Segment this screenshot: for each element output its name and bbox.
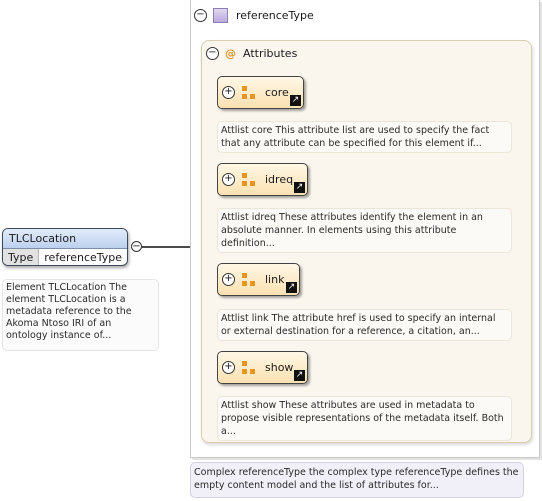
attribute-group-icon xyxy=(242,360,256,375)
link-arrow-icon[interactable]: ↗ xyxy=(286,282,297,293)
link-arrow-icon[interactable]: ↗ xyxy=(294,182,305,193)
connector-line xyxy=(142,246,191,248)
collapse-icon[interactable]: − xyxy=(194,8,207,22)
type-label: Type xyxy=(3,249,40,265)
attribute-group-name: link xyxy=(265,273,285,286)
complex-type-name: referenceType xyxy=(236,8,314,22)
collapse-icon[interactable]: − xyxy=(131,241,142,252)
attribute-group-doc: Attlist idreq These attributes identify … xyxy=(217,208,512,253)
attribute-group-doc: Attlist link The attribute href is used … xyxy=(217,309,512,341)
attribute-group-doc: Attlist show These attributes are used i… xyxy=(217,396,512,441)
link-arrow-icon[interactable]: ↗ xyxy=(294,370,305,381)
attribute-group-core[interactable]: + core ↗ xyxy=(217,76,304,109)
attribute-group-show[interactable]: + show ↗ xyxy=(217,351,308,384)
attributes-header: − @ Attributes xyxy=(206,45,297,61)
attribute-group-icon xyxy=(242,85,256,100)
complex-type-icon xyxy=(213,7,228,23)
type-value: referenceType xyxy=(44,251,123,264)
attribute-group-link[interactable]: + link ↗ xyxy=(217,263,300,296)
element-documentation: Element TLCLocation The element TLCLocat… xyxy=(2,279,159,351)
attribute-group-name: show xyxy=(265,361,294,374)
expand-icon[interactable]: + xyxy=(222,361,235,374)
attribute-group-idreq[interactable]: + idreq ↗ xyxy=(217,163,308,196)
attribute-at-icon: @ xyxy=(225,46,236,60)
element-name: TLCLocation xyxy=(3,229,127,249)
collapse-icon[interactable]: − xyxy=(206,46,219,60)
element-type-row: Type referenceType xyxy=(3,249,127,265)
attribute-group-doc: Attlist core This attribute list are use… xyxy=(217,121,512,153)
expand-icon[interactable]: + xyxy=(222,86,235,99)
complex-type-header: − referenceType xyxy=(194,6,314,24)
complex-type-documentation: Complex referenceType the complex type r… xyxy=(190,462,524,498)
expand-icon[interactable]: + xyxy=(222,273,235,286)
attribute-group-name: core xyxy=(265,86,289,99)
expand-icon[interactable]: + xyxy=(222,173,235,186)
attribute-group-icon xyxy=(242,172,256,187)
link-arrow-icon[interactable]: ↗ xyxy=(290,95,301,106)
element-box[interactable]: TLCLocation Type referenceType xyxy=(2,228,128,266)
attribute-group-name: idreq xyxy=(265,173,294,186)
attribute-group-icon xyxy=(242,272,256,287)
attributes-title: Attributes xyxy=(243,46,298,60)
